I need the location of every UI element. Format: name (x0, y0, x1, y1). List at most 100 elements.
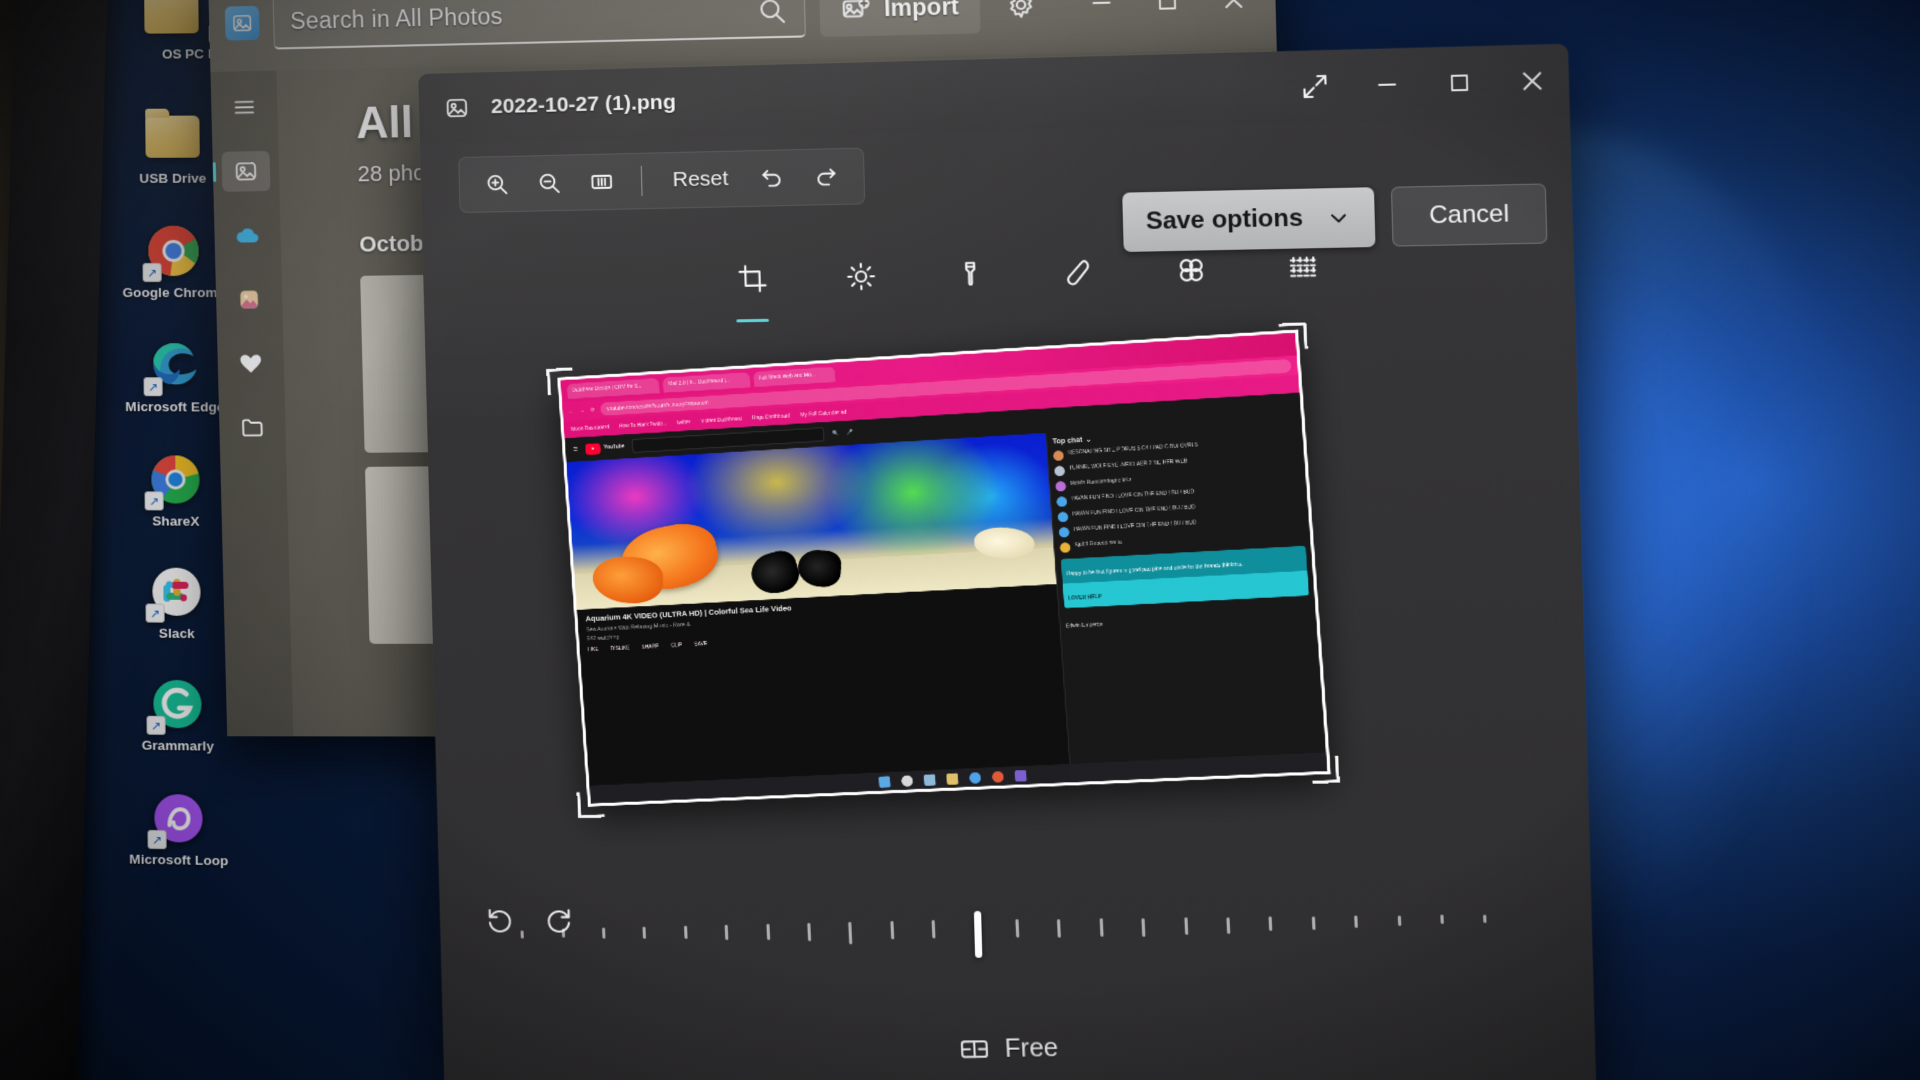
settings-button[interactable] (994, 0, 1048, 31)
bookmark-item[interactable]: Moon Dashboard (571, 424, 610, 432)
desktop-icon-label: ShareX (152, 513, 199, 528)
youtube-logo[interactable]: YouTube (585, 441, 624, 454)
maximize-button[interactable] (1422, 49, 1496, 117)
browser-tab[interactable]: Mail 2.0 | b... Dashboard |... (663, 372, 751, 393)
browser-tab-title: Full Stack Web and Mo... (759, 372, 816, 382)
taskbar-explorer-icon[interactable] (946, 773, 958, 785)
bookmark-item[interactable]: twitter (677, 419, 691, 426)
tab-background[interactable] (1275, 252, 1331, 307)
editor-bottom-bar: Free (439, 894, 1596, 1080)
video-player[interactable] (566, 433, 1056, 610)
back-icon[interactable]: ← (568, 408, 573, 414)
close-button[interactable] (1495, 47, 1570, 115)
like-button[interactable]: LIKE (588, 647, 599, 654)
close-button[interactable] (1200, 0, 1268, 28)
reload-icon[interactable]: ⟳ (590, 407, 595, 413)
tab-adjustment[interactable] (834, 261, 889, 315)
desktop-icon-label: Microsoft Edge (125, 399, 224, 414)
maximize-icon (1153, 0, 1181, 15)
tab-crop[interactable] (726, 263, 780, 317)
chevron-down-icon: ⌄ (1085, 435, 1092, 444)
photos-icon (233, 158, 260, 185)
minimize-button[interactable] (1350, 51, 1424, 119)
brightness-icon (845, 261, 877, 292)
sidebar-item-all-photos[interactable] (221, 151, 270, 192)
youtube-brand: YouTube (604, 444, 625, 451)
avatar (1059, 527, 1070, 538)
desktop-icon-label: USB Drive (139, 171, 206, 186)
sharex-icon: ↗ (146, 450, 205, 508)
tab-filter[interactable] (1164, 254, 1220, 308)
fit-to-window-button[interactable] (578, 159, 626, 204)
zoom-out-button[interactable] (526, 160, 573, 205)
fullscreen-button[interactable] (1278, 53, 1352, 121)
taskbar-edge-icon[interactable] (969, 772, 981, 784)
sidebar-item-onedrive[interactable] (223, 215, 272, 256)
chat-message-text: PAVAN FUN FIND I LOVE CIN THE END ! BU /… (1071, 489, 1194, 503)
bookmark-item[interactable]: How To Hack Twitte... (619, 420, 667, 429)
slack-icon: ↗ (147, 562, 206, 621)
hamburger-icon[interactable]: ☰ (573, 446, 578, 452)
zoom-in-icon (484, 171, 511, 198)
search-input[interactable]: Search in All Photos (273, 0, 807, 50)
taskbar-teams-icon[interactable] (1014, 770, 1026, 782)
taskbar-start-icon[interactable] (878, 776, 890, 788)
bookmark-item[interactable]: Ungo Dashboard (752, 413, 791, 421)
tab-retouch[interactable] (1053, 256, 1109, 310)
taskbar-search-icon[interactable] (901, 775, 913, 787)
desktop-icon-label: Microsoft Loop (129, 852, 228, 869)
hamburger-icon (231, 94, 258, 121)
microsoft-edge-icon: ↗ (145, 336, 204, 394)
folder-outline-icon (239, 415, 266, 441)
avatar (1053, 450, 1064, 461)
desktop-icon-label: Google Chrome (122, 285, 225, 300)
zoom-toolbar: Reset (458, 148, 865, 214)
url-text: youtube.com/results?search_query=aquariu… (607, 400, 709, 412)
close-icon (1218, 0, 1249, 15)
straighten-slider-thumb[interactable] (973, 911, 981, 958)
edited-image-preview[interactable]: Database Design | CRM for S... Mail 2.0 … (557, 329, 1331, 806)
sidebar-item-hamburger-menu[interactable] (220, 87, 269, 128)
browser-tab-title: Mail 2.0 | b... Dashboard |... (668, 377, 730, 387)
edited-image-content: Database Design | CRM for S... Mail 2.0 … (560, 333, 1327, 804)
taskbar-chrome-icon[interactable] (991, 771, 1003, 783)
taskbar-widgets-icon[interactable] (923, 774, 935, 786)
cancel-button[interactable]: Cancel (1391, 183, 1547, 246)
avatar (1060, 542, 1071, 553)
search-icon[interactable] (756, 0, 788, 26)
aspect-ratio-control[interactable]: Free (443, 1024, 1595, 1072)
browser-tab[interactable]: Full Stack Web and Mo... (753, 366, 835, 386)
reset-button[interactable]: Reset (658, 167, 743, 193)
desktop-icon-microsoft-loop[interactable]: ↗ Microsoft Loop (103, 788, 254, 869)
bookmark-item[interactable]: My Full Calendar-ad (800, 409, 846, 418)
maximize-button[interactable] (1134, 0, 1202, 30)
chat-message-text: Melvin Ramcandoghe lol.z (1070, 477, 1132, 488)
aspect-ratio-icon (959, 1034, 991, 1065)
memories-icon (236, 286, 263, 312)
forward-icon[interactable]: → (579, 407, 584, 413)
photo-editor-window: 2022-10-27 (1).png Reset Save options Ca… (418, 44, 1596, 1080)
sidebar-item-memories[interactable] (225, 279, 274, 320)
zoom-in-button[interactable] (473, 162, 520, 207)
clip-button[interactable]: CLIP (671, 642, 683, 649)
browser-tab[interactable]: Database Design | CRM for S... (567, 378, 660, 399)
straighten-slider[interactable] (500, 900, 1552, 1025)
chat-message-text: RESONATING SITE P'DEUS $ C4 / PAD C BU/ … (1068, 442, 1199, 457)
bookmark-item[interactable]: Instant Dashboard (700, 416, 742, 425)
crop-icon (737, 263, 768, 294)
sidebar-item-folders[interactable] (228, 407, 277, 448)
microphone-icon[interactable]: 🎤 (847, 429, 854, 435)
minimize-icon (1373, 71, 1401, 99)
undo-button[interactable] (748, 155, 796, 201)
redo-button[interactable] (801, 154, 849, 200)
search-icon[interactable]: 🔍 (832, 430, 839, 436)
dislike-button[interactable]: DISLIKE (610, 645, 630, 652)
save-options-button[interactable]: Save options (1122, 187, 1376, 252)
import-button[interactable]: Import (820, 0, 981, 37)
tab-markup[interactable] (943, 259, 998, 313)
sidebar-item-favorites[interactable] (226, 343, 275, 384)
share-button[interactable]: SHARE (642, 644, 660, 651)
import-photos-icon (841, 0, 873, 24)
minimize-button[interactable] (1068, 0, 1135, 31)
save-button[interactable]: SAVE (694, 641, 707, 648)
